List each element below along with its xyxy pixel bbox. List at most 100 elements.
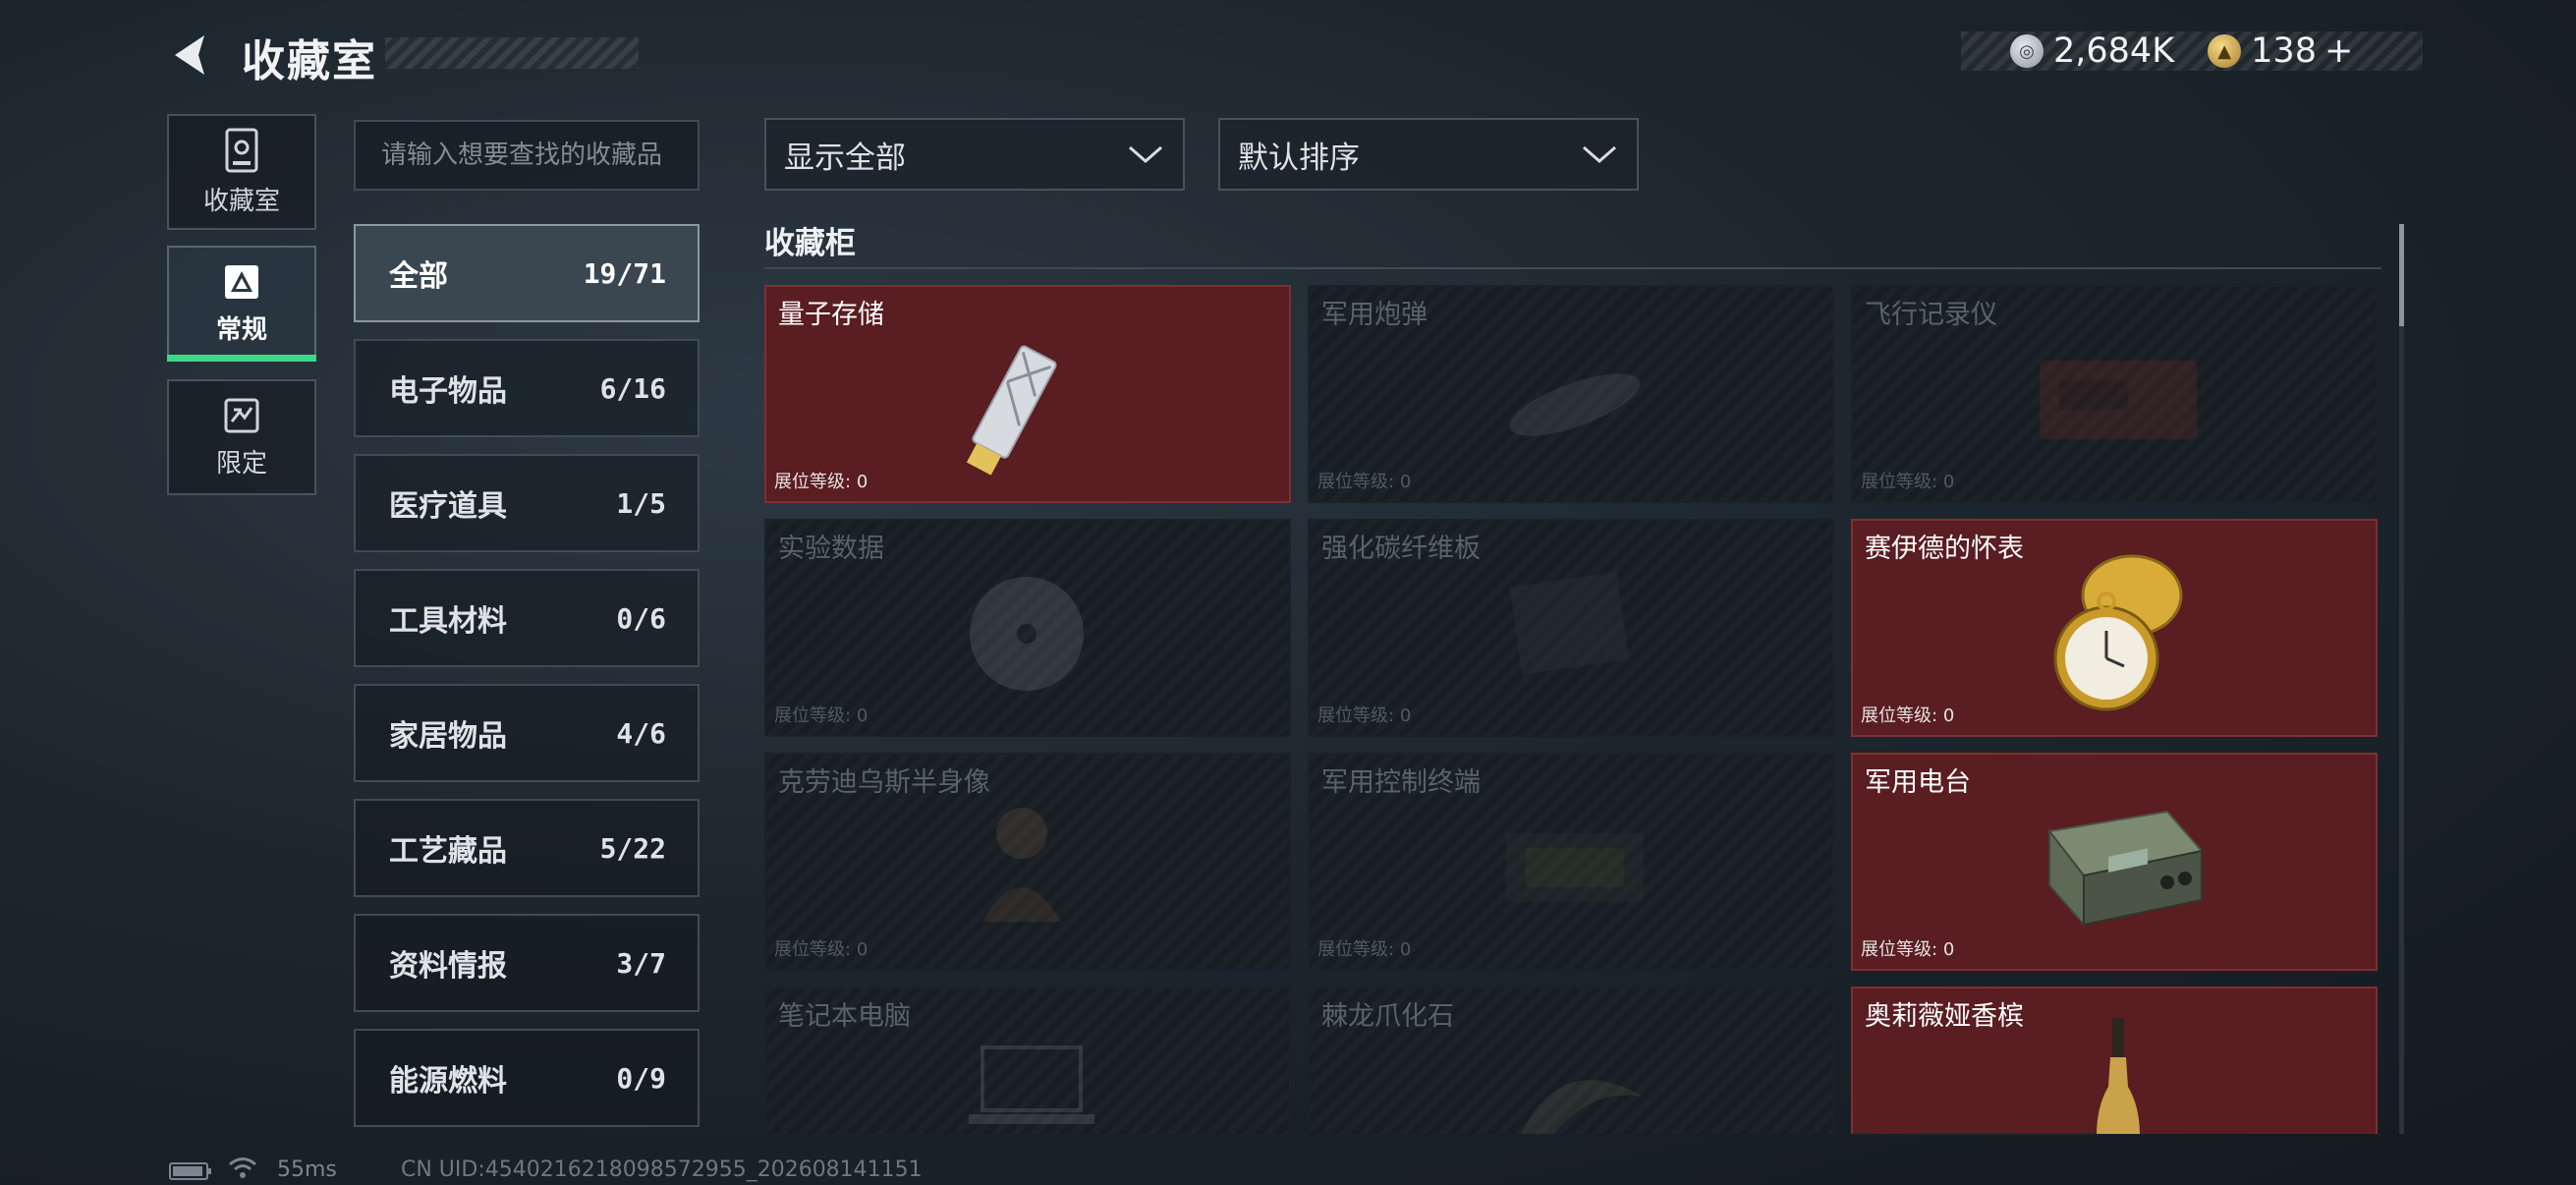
gold-currency-value: 138: [2251, 31, 2317, 71]
card-name: 量子存储: [778, 300, 884, 330]
category-intel[interactable]: 资料情报 3/7: [354, 914, 700, 1012]
ping-text: 55ms: [277, 1157, 337, 1182]
artillery-shell-image: [1509, 373, 1641, 436]
flight-recorder-image: [2040, 361, 2197, 439]
collection-grid: 量子存储 展位等级: 0 军用炮弹 展位等级: 0 飞行记录仪 展位等级: 0 …: [764, 285, 2385, 1134]
card-name: 军用电台: [1865, 767, 1971, 798]
collection-card-experiment-data[interactable]: 实验数据 展位等级: 0: [764, 519, 1291, 737]
category-count: 4/6: [616, 716, 666, 750]
category-count: 0/6: [616, 601, 666, 635]
card-level: 展位等级: 0: [1861, 472, 1955, 492]
collection-card-military-radio[interactable]: 军用电台 展位等级: 0: [1851, 753, 2378, 971]
category-count: 19/71: [583, 256, 666, 290]
category-tools[interactable]: 工具材料 0/6: [354, 569, 700, 667]
card-name: 棘龙爪化石: [1321, 1001, 1454, 1032]
category-medical[interactable]: 医疗道具 1/5: [354, 454, 700, 552]
scrollbar-track[interactable]: [2399, 224, 2404, 1134]
card-name: 赛伊德的怀表: [1865, 534, 2024, 564]
carbon-plate-image: [1509, 572, 1629, 675]
category-name: 工具材料: [389, 604, 507, 639]
currency-bar: ◎ 2,684K ▲ 138 +: [1961, 31, 2423, 71]
card-level: 展位等级: 0: [1317, 472, 1412, 492]
category-electronics[interactable]: 电子物品 6/16: [354, 339, 700, 437]
filter-dropdown[interactable]: 显示全部: [764, 118, 1185, 191]
laptop-image: [969, 1045, 1094, 1124]
card-name: 军用炮弹: [1321, 300, 1428, 330]
champagne-bottle-image: [2097, 1018, 2140, 1134]
category-energy[interactable]: 能源燃料 0/9: [354, 1029, 700, 1127]
category-all[interactable]: 全部 19/71: [354, 224, 700, 322]
card-name: 强化碳纤维板: [1321, 534, 1481, 564]
category-name: 能源燃料: [389, 1064, 507, 1099]
battery-icon: [169, 1162, 211, 1180]
category-count: 6/16: [599, 371, 666, 405]
silver-currency-value: 2,684K: [2053, 31, 2175, 71]
nav-label: 收藏室: [202, 186, 280, 216]
nav-label: 限定: [215, 448, 267, 479]
card-level: 展位等级: 0: [774, 939, 868, 960]
sort-dropdown[interactable]: 默认排序: [1218, 118, 1639, 191]
category-count: 1/5: [616, 486, 666, 520]
silver-coin-icon: ◎: [2010, 34, 2044, 68]
collection-card-claudius-bust[interactable]: 克劳迪乌斯半身像 展位等级: 0: [764, 753, 1291, 971]
nav-item-regular[interactable]: 常规: [167, 246, 316, 362]
collection-card-artillery-shell[interactable]: 军用炮弹 展位等级: 0: [1308, 285, 1834, 503]
category-household[interactable]: 家居物品 4/6: [354, 684, 700, 782]
claw-fossil-image: [1521, 1080, 1644, 1134]
card-name: 军用控制终端: [1321, 767, 1481, 798]
cabinet-heading: 收藏柜: [764, 226, 856, 261]
card-name: 飞行记录仪: [1865, 300, 1997, 330]
page-title: 收藏室: [242, 36, 377, 86]
collection-card-champagne[interactable]: 奥莉薇娅香槟: [1851, 987, 2378, 1134]
category-count: 3/7: [616, 946, 666, 980]
filter-value: 显示全部: [784, 140, 906, 176]
category-name: 资料情报: [389, 949, 507, 984]
title-decoration: [385, 37, 639, 69]
collection-card-flight-recorder[interactable]: 飞行记录仪 展位等级: 0: [1851, 285, 2378, 503]
control-terminal-image: [1506, 833, 1644, 902]
card-level: 展位等级: 0: [1861, 705, 1955, 726]
nav-item-limited[interactable]: 限定: [167, 379, 316, 495]
pocket-watch-image: [2053, 554, 2183, 711]
card-name: 克劳迪乌斯半身像: [778, 767, 990, 798]
collection-card-control-terminal[interactable]: 军用控制终端 展位等级: 0: [1308, 753, 1834, 971]
add-currency-button[interactable]: +: [2324, 31, 2353, 71]
category-name: 全部: [389, 259, 448, 294]
category-name: 工艺藏品: [389, 834, 507, 869]
back-button[interactable]: [165, 29, 216, 81]
collection-card-claw-fossil[interactable]: 棘龙爪化石: [1308, 987, 1834, 1134]
chevron-down-icon: [1129, 145, 1162, 163]
card-level: 展位等级: 0: [774, 705, 868, 726]
gold-coin-icon: ▲: [2208, 34, 2242, 68]
card-level: 展位等级: 0: [1317, 939, 1412, 960]
chevron-down-icon: [1583, 145, 1616, 163]
card-level: 展位等级: 0: [1317, 705, 1412, 726]
regular-icon: [225, 264, 258, 299]
category-name: 医疗道具: [389, 489, 507, 524]
nav-label: 常规: [215, 314, 267, 345]
card-level: 展位等级: 0: [774, 472, 868, 492]
collection-card-quantum-storage[interactable]: 量子存储 展位等级: 0: [764, 285, 1291, 503]
category-name: 电子物品: [389, 374, 507, 409]
card-level: 展位等级: 0: [1861, 939, 1955, 960]
sort-value: 默认排序: [1238, 140, 1360, 176]
scrollbar-thumb[interactable]: [2399, 224, 2404, 326]
card-name: 奥莉薇娅香槟: [1865, 1001, 2024, 1032]
collection-card-pocket-watch[interactable]: 赛伊德的怀表 展位等级: 0: [1851, 519, 2378, 737]
limited-icon: [224, 398, 259, 432]
card-name: 笔记本电脑: [778, 1001, 911, 1032]
data-disc-image: [970, 577, 1084, 691]
uid-text: CN UID:4540216218098572955_202608141151: [401, 1157, 923, 1182]
divider: [764, 267, 2381, 269]
active-indicator: [167, 355, 316, 362]
card-name: 实验数据: [778, 534, 884, 564]
military-radio-image: [2047, 810, 2204, 928]
collection-card-carbon-plate[interactable]: 强化碳纤维板 展位等级: 0: [1308, 519, 1834, 737]
bust-statue-image: [982, 808, 1061, 922]
category-crafts[interactable]: 工艺藏品 5/22: [354, 799, 700, 897]
category-count: 5/22: [599, 831, 666, 865]
nav-item-collection-room[interactable]: 收藏室: [167, 114, 316, 230]
collection-card-laptop[interactable]: 笔记本电脑: [764, 987, 1291, 1134]
wifi-icon: [229, 1157, 256, 1178]
search-input[interactable]: [354, 120, 700, 191]
